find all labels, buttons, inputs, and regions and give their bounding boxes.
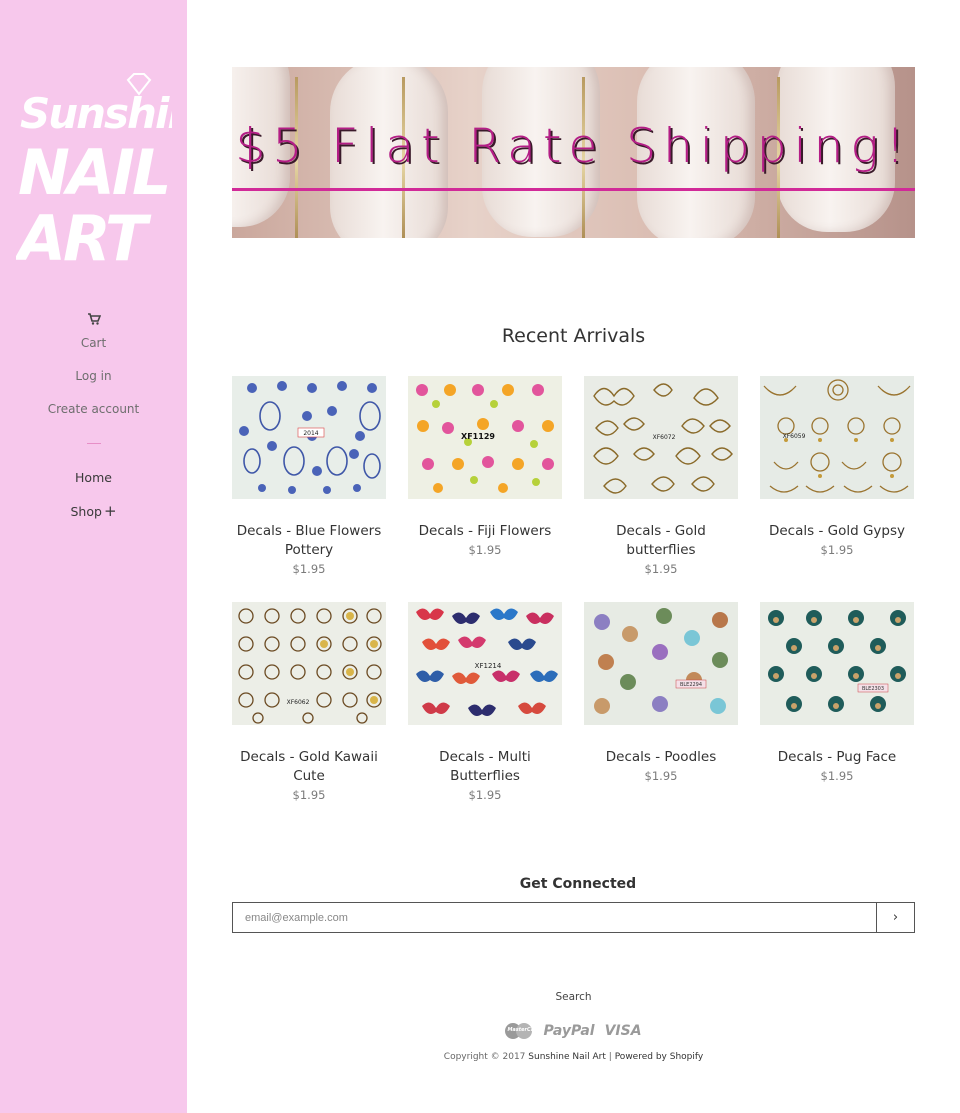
newsletter-form: ›: [232, 902, 915, 933]
product-code: XF1129: [461, 432, 495, 441]
powered-by-link[interactable]: Powered by Shopify: [615, 1052, 704, 1062]
sidebar-divider: [86, 443, 101, 444]
visa-icon: VISA: [604, 1023, 642, 1039]
newsletter-submit-button[interactable]: ›: [876, 903, 914, 932]
product-name: Decals - Pug Face: [777, 749, 897, 765]
product-image: 2014: [232, 376, 386, 499]
copyright-separator: |: [608, 1052, 612, 1062]
store-logo[interactable]: Sunshine NAIL ART: [13, 70, 224, 275]
product-price: $1.95: [292, 562, 326, 576]
product-card[interactable]: BLE2303 Decals - Pug Face $1.95: [760, 602, 914, 783]
logo-image: Sunshine NAIL ART: [13, 73, 224, 275]
product-card[interactable]: XF1129 Decals - Fiji Flowers $1.95: [408, 376, 562, 557]
product-code: XF6072: [653, 434, 676, 441]
recent-arrivals-title: Recent Arrivals: [501, 325, 646, 347]
login-link[interactable]: Log in: [0, 369, 187, 383]
product-image: XF6062: [232, 602, 386, 725]
product-price: $1.95: [644, 562, 678, 576]
svg-text:Sunshine: Sunshine: [20, 89, 172, 138]
product-price: $1.95: [468, 543, 502, 557]
product-card[interactable]: XF6072 Decals - Gold butterflies $1.95: [584, 376, 738, 576]
newsletter-title: Get Connected: [519, 876, 637, 892]
banner-headline: $5 Flat Rate Shipping!: [235, 119, 912, 174]
paypal-icon: PayPal: [543, 1023, 595, 1039]
product-name: Decals - Fiji Flowers: [418, 523, 552, 539]
mastercard-icon: MasterCard: [505, 1022, 540, 1040]
product-name: Decals - Poodles: [605, 749, 717, 765]
product-image: XF6072: [584, 376, 738, 499]
product-name: Decals - Gold Kawaii Cute: [240, 749, 378, 784]
svg-text:ART: ART: [16, 202, 152, 270]
product-image: XF1214: [408, 602, 562, 725]
sidebar-nav: Cart Log in Create account Home Shop +: [0, 312, 187, 519]
footer-search-link[interactable]: Search: [232, 991, 915, 1003]
copyright: Copyright © 2017 Sunshine Nail Art | Pow…: [232, 1052, 915, 1062]
payment-icons: MasterCard PayPal VISA: [232, 1022, 915, 1040]
product-code: BLE2303: [862, 686, 884, 692]
product-image: BLE2294: [584, 602, 738, 725]
product-card[interactable]: XF6062 Decals - Gold Kawaii Cute $1.95: [232, 602, 386, 802]
product-image: XF6059: [760, 376, 914, 499]
product-price: $1.95: [468, 788, 502, 802]
product-card[interactable]: XF1214 Decals - Multi Butterflies $1.95: [408, 602, 562, 802]
product-code: XF1214: [475, 662, 502, 670]
product-price: $1.95: [292, 788, 326, 802]
product-name: Decals - Gold Gypsy: [768, 523, 905, 539]
product-price: $1.95: [644, 769, 678, 783]
shipping-banner[interactable]: $5 Flat Rate Shipping!: [232, 67, 915, 238]
create-account-link[interactable]: Create account: [0, 402, 187, 416]
banner-underline: [232, 188, 915, 191]
nav-shop-link[interactable]: Shop +: [0, 502, 187, 520]
product-name: Decals - Gold butterflies: [616, 523, 706, 558]
nav-home-link[interactable]: Home: [0, 470, 187, 485]
product-name: Decals - Multi Butterflies: [439, 749, 531, 784]
product-code: XF6059: [783, 433, 806, 440]
product-card[interactable]: XF6059 Decals - Gold Gypsy $1.95: [760, 376, 914, 557]
sidebar: Sunshine NAIL ART Cart Log in Create acc…: [0, 0, 224, 1113]
nav-shop-label: Shop: [70, 504, 102, 519]
product-price: $1.95: [820, 769, 854, 783]
product-card[interactable]: BLE2294 Decals - Poodles $1.95: [584, 602, 738, 783]
store-name-link[interactable]: Sunshine Nail Art: [528, 1052, 606, 1062]
newsletter-email-input[interactable]: [233, 903, 876, 932]
product-name: Decals - Blue Flowers Pottery: [236, 523, 382, 558]
product-card[interactable]: 2014 Decals - Blue Flowers Pottery $1.95: [232, 376, 386, 576]
product-code: 2014: [303, 430, 318, 437]
product-code: XF6062: [287, 699, 310, 706]
svg-text:NAIL: NAIL: [18, 136, 168, 209]
expand-plus-icon[interactable]: +: [104, 502, 117, 520]
cart-icon[interactable]: [87, 312, 101, 326]
product-image: BLE2303: [760, 602, 914, 725]
copyright-text: Copyright © 2017: [443, 1052, 526, 1062]
product-image: XF1129: [408, 376, 562, 499]
product-price: $1.95: [820, 543, 854, 557]
cart-link[interactable]: Cart: [0, 336, 187, 350]
product-code: BLE2294: [680, 682, 702, 688]
